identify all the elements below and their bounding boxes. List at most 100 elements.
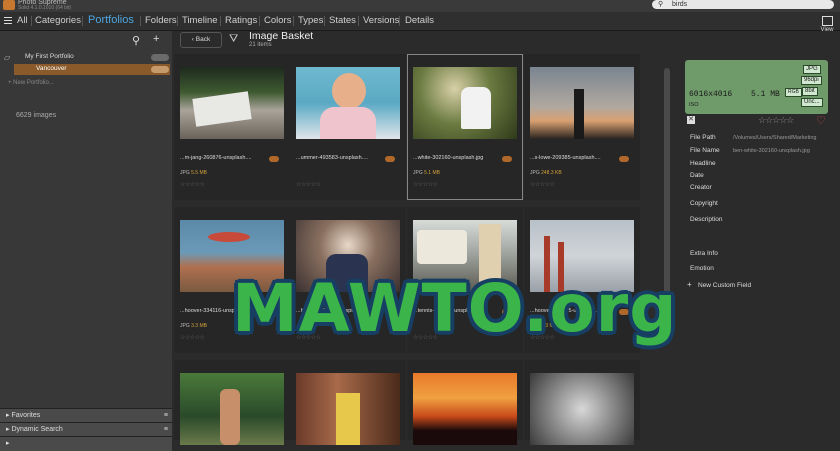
tab-portfolios[interactable]: Portfolios bbox=[88, 11, 134, 29]
file-type: JPG bbox=[413, 170, 423, 176]
tab-all[interactable]: All bbox=[17, 12, 28, 30]
favorites-panel[interactable]: ▸ Favorites ≡ bbox=[0, 408, 172, 423]
collapsed-panel[interactable]: ▸ bbox=[0, 436, 172, 451]
field-value[interactable]: ben-white-302160-unsplash.jpg bbox=[733, 148, 810, 154]
image-cell[interactable] bbox=[290, 360, 406, 445]
back-button[interactable]: ‹ Back bbox=[180, 32, 222, 48]
field-label: Creator bbox=[690, 184, 712, 191]
heart-icon[interactable]: ♡ bbox=[816, 114, 826, 127]
view-button[interactable]: View bbox=[818, 16, 836, 33]
tab-categories[interactable]: Categories bbox=[35, 12, 81, 30]
field-label: Copyright bbox=[690, 200, 718, 207]
field-label: Description bbox=[690, 216, 723, 223]
file-meta: JPG 5.5 MB bbox=[180, 170, 207, 176]
dimensions-label: 6016x4016 bbox=[689, 90, 733, 99]
add-icon[interactable]: + bbox=[687, 280, 692, 289]
format-tag: JPG bbox=[803, 65, 821, 74]
search-box[interactable]: ⚲ birds bbox=[652, 0, 834, 9]
badge bbox=[619, 156, 629, 162]
thumbnail[interactable] bbox=[413, 67, 517, 139]
rating-stars[interactable]: ☆☆☆☆☆ bbox=[180, 334, 205, 341]
search-icon: ⚲ bbox=[658, 1, 664, 8]
thumbnail[interactable] bbox=[296, 373, 400, 445]
tab-colors[interactable]: Colors bbox=[264, 12, 291, 30]
file-name: ...ummer-493583-unsplash.... bbox=[296, 155, 368, 161]
image-cell[interactable]: ...ummer-493583-unsplash.... ☆☆☆☆☆ bbox=[290, 54, 406, 200]
field-value[interactable]: /Volumes/Users/Shared/Marketing bbox=[733, 135, 816, 141]
new-custom-field-link[interactable]: New Custom Field bbox=[698, 282, 751, 289]
panel-label: Dynamic Search bbox=[11, 426, 63, 433]
left-sidebar: ⚲ + bbox=[0, 31, 172, 440]
image-cell-selected[interactable]: ...white-302160-unsplash.jpg JPG 5.1 MB … bbox=[407, 54, 523, 200]
rating-stars[interactable]: ☆☆☆☆☆ bbox=[180, 181, 205, 188]
filter-icon[interactable]: ⛛ bbox=[229, 33, 238, 46]
file-name: ...white-302160-unsplash.jpg bbox=[413, 155, 484, 161]
rating-stars[interactable]: ☆☆☆☆☆ bbox=[530, 181, 555, 188]
tab-timeline[interactable]: Timeline bbox=[182, 12, 218, 30]
portfolio-icon: ▱ bbox=[4, 53, 11, 62]
back-label: Back bbox=[195, 36, 211, 43]
close-icon[interactable]: ✕ bbox=[687, 116, 695, 124]
tab-ratings[interactable]: Ratings bbox=[225, 12, 257, 30]
portfolio-label: Vancouver bbox=[36, 65, 67, 72]
thumbnail[interactable] bbox=[296, 67, 400, 139]
image-count: 6629 images bbox=[16, 112, 57, 119]
chevron-left-icon: ‹ bbox=[191, 36, 194, 43]
file-size: 5.1 MB bbox=[424, 170, 440, 176]
thumbnail[interactable] bbox=[530, 67, 634, 139]
file-size: 3.3 MB bbox=[191, 323, 207, 329]
tab-folders[interactable]: Folders bbox=[145, 12, 177, 30]
tab-states[interactable]: States bbox=[329, 12, 356, 30]
field-label: Date bbox=[690, 172, 704, 179]
image-cell[interactable] bbox=[407, 360, 523, 445]
image-cell[interactable]: ...s-lowe-209385-unsplash.... JPG 248.3 … bbox=[524, 54, 640, 200]
file-size: 5.5 MB bbox=[191, 170, 207, 176]
count-pill bbox=[151, 54, 169, 61]
file-meta: JPG 3.3 MB bbox=[180, 323, 207, 329]
menu-icon[interactable] bbox=[4, 15, 12, 26]
portfolio-item[interactable]: ▱ My First Portfolio bbox=[4, 52, 170, 63]
tab-versions[interactable]: Versions bbox=[363, 12, 399, 30]
content-toolbar bbox=[172, 31, 672, 51]
mode-tag: RGB bbox=[785, 88, 802, 97]
thumbnail[interactable] bbox=[180, 67, 284, 139]
tab-details[interactable]: Details bbox=[405, 12, 434, 30]
panel-menu-icon[interactable]: ≡ bbox=[164, 409, 168, 423]
portfolio-item-selected[interactable]: Vancouver bbox=[14, 64, 170, 75]
panel-label: Favorites bbox=[11, 412, 41, 419]
rating-stars[interactable]: ☆☆☆☆☆ bbox=[758, 115, 794, 126]
thumbnail[interactable] bbox=[180, 373, 284, 445]
panel-menu-icon[interactable]: ≡ bbox=[164, 423, 168, 437]
field-label: File Path bbox=[690, 134, 716, 141]
file-name: ...s-lowe-209385-unsplash.... bbox=[530, 155, 601, 161]
search-icon[interactable]: ⚲ bbox=[132, 34, 140, 47]
iso-label: ISO bbox=[689, 102, 699, 108]
badge bbox=[269, 156, 279, 162]
image-cell[interactable] bbox=[524, 360, 640, 445]
portfolio-label: My First Portfolio bbox=[25, 53, 74, 60]
bits-tag: 8bit bbox=[802, 87, 818, 96]
image-cell[interactable]: ...m-jang-260876-unsplash.... JPG 5.5 MB… bbox=[174, 54, 290, 200]
search-input[interactable]: birds bbox=[672, 0, 687, 9]
rating-stars[interactable]: ☆☆☆☆☆ bbox=[413, 181, 438, 188]
new-portfolio-link[interactable]: + New Portfolio... bbox=[8, 80, 54, 86]
file-type: JPG bbox=[180, 170, 190, 176]
thumbnail[interactable] bbox=[413, 373, 517, 445]
page-subtitle: 21 items bbox=[249, 42, 272, 48]
thumbnail[interactable] bbox=[530, 373, 634, 445]
image-cell[interactable] bbox=[174, 360, 290, 445]
badge bbox=[502, 156, 512, 162]
tab-types[interactable]: Types bbox=[298, 12, 323, 30]
field-label: Emotion bbox=[690, 265, 714, 272]
dpi-tag: 96dpi bbox=[801, 76, 822, 85]
add-icon[interactable]: + bbox=[153, 33, 159, 45]
file-meta: JPG 248.3 KB bbox=[530, 170, 562, 176]
colorspace-tag: Unc... bbox=[801, 98, 823, 107]
dynamic-search-panel[interactable]: ▸ Dynamic Search ≡ bbox=[0, 422, 172, 437]
file-meta: JPG 5.1 MB bbox=[413, 170, 440, 176]
rating-stars[interactable]: ☆☆☆☆☆ bbox=[296, 181, 321, 188]
page-title: Image Basket bbox=[249, 30, 314, 42]
file-type: JPG bbox=[180, 323, 190, 329]
badge bbox=[385, 156, 395, 162]
image-grid: ...m-jang-260876-unsplash.... JPG 5.5 MB… bbox=[172, 52, 660, 445]
